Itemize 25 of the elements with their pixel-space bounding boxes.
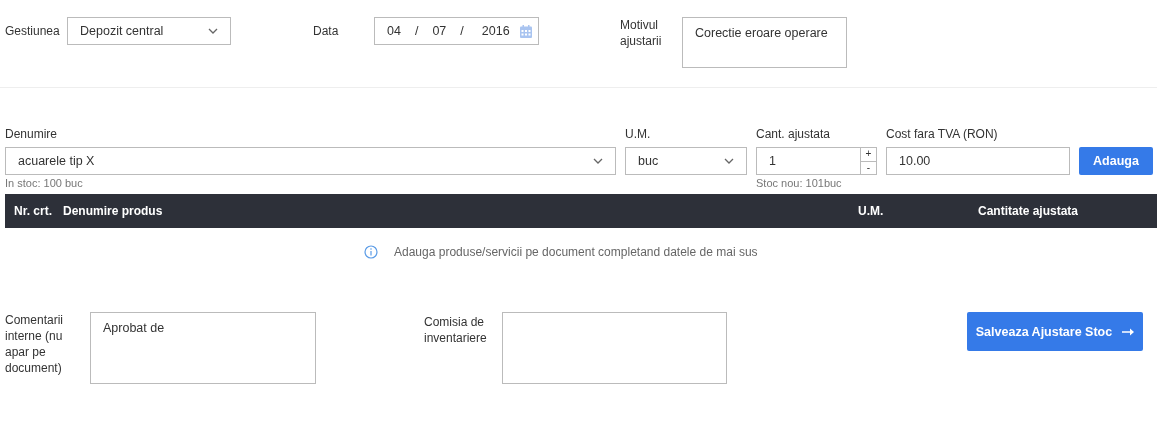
column-header: Cantitate ajustata	[978, 204, 1079, 218]
comments-text-area[interactable]: Aprobat de	[90, 312, 316, 384]
field-label: Data	[313, 23, 340, 39]
column-header: Denumire produs	[63, 204, 164, 218]
field-label: Denumire	[5, 126, 59, 142]
add-button[interactable]: Adauga	[1079, 147, 1153, 175]
reason-text-area[interactable]: Corectie eroare operare	[682, 17, 847, 68]
column-header: U.M.	[858, 204, 885, 218]
empty-message: Adauga produse/servicii pe document completand datele de mai sus	[394, 245, 758, 259]
field-label: Comentarii interne (nu apar pe document)	[5, 312, 65, 376]
date-field[interactable]: 04 / 07 / 2016	[374, 17, 539, 45]
field-label: Cant. ajustata	[756, 126, 832, 142]
field-label: Cost fara TVA (RON)	[886, 126, 999, 142]
field-label: Comisia de inventariere	[424, 314, 488, 346]
store-dropdown[interactable]: Depozit central	[67, 17, 231, 45]
column-header: Nr. crt.	[13, 204, 53, 218]
save-button[interactable]: Salveaza Ajustare Stoc	[967, 312, 1143, 351]
field-label: Motivul ajustarii	[620, 17, 663, 49]
field-label: Gestiunea	[5, 23, 61, 39]
input-field[interactable]: 10.00	[886, 147, 1070, 175]
hint-text: In stoc: 100 buc	[5, 177, 84, 191]
dropdown[interactable]: buc	[625, 147, 747, 175]
hint-text: Stoc nou: 101buc	[756, 177, 843, 191]
dropdown[interactable]: acuarele tip X	[5, 147, 616, 175]
field-label: U.M.	[625, 126, 652, 142]
